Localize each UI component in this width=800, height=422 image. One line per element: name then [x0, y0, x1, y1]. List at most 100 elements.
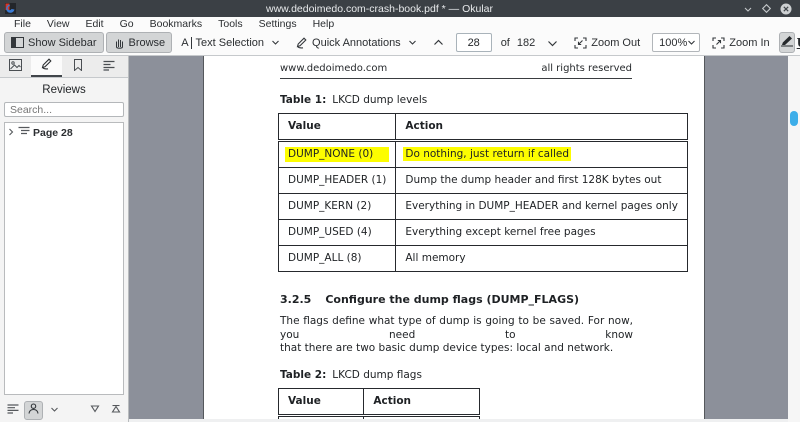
review-tree-item-label: Page 28 — [33, 127, 73, 139]
tab-reviews[interactable] — [31, 56, 62, 77]
zoom-out-button[interactable]: Zoom Out — [567, 32, 647, 53]
quick-annotations-label: Quick Annotations — [312, 37, 401, 49]
column-header-value: Value — [279, 388, 364, 415]
close-button[interactable] — [780, 3, 792, 15]
menu-edit[interactable]: Edit — [78, 18, 112, 30]
bookmark-icon — [73, 59, 83, 74]
okular-app-icon — [5, 3, 16, 14]
column-header-action: Action — [396, 114, 688, 141]
collapse-all-icon — [90, 404, 100, 416]
sidebar-toggle-icon — [11, 37, 24, 48]
chevron-down-icon — [687, 37, 696, 49]
filter-dropdown-button[interactable] — [45, 401, 64, 420]
scrollbar-thumb[interactable] — [790, 111, 798, 126]
underline-icon: U — [797, 36, 800, 50]
group-by-author-button[interactable] — [24, 401, 43, 420]
page-number-input[interactable] — [456, 33, 492, 52]
reviews-search-input[interactable] — [4, 102, 124, 117]
titlebar: www.dedoimedo.com-crash-book.pdf * — Oku… — [0, 0, 800, 17]
show-sidebar-button[interactable]: Show Sidebar — [4, 32, 104, 53]
highlighter-tool-button[interactable] — [779, 32, 795, 53]
review-tree-item-page-28[interactable]: Page 28 — [7, 126, 121, 139]
section-number: 3.2.5 — [280, 293, 311, 306]
page-of-label: of — [497, 37, 514, 49]
table-row: DUMP_ALL (8) All memory — [279, 246, 688, 272]
show-sidebar-label: Show Sidebar — [28, 37, 97, 49]
menu-settings[interactable]: Settings — [251, 18, 305, 30]
menu-file[interactable]: File — [6, 18, 39, 30]
tab-thumbnails[interactable] — [0, 56, 31, 77]
tab-bookmarks[interactable] — [62, 56, 93, 77]
expand-all-button[interactable] — [106, 401, 125, 420]
main-toolbar: Show Sidebar Browse A Text Selection Qui… — [0, 30, 800, 56]
browse-button[interactable]: Browse — [106, 32, 173, 53]
table1-caption: Table 1: LKCD dump levels — [280, 94, 632, 106]
table2-caption: Table 2: LKCD dump flags — [280, 369, 632, 381]
table2-caption-text: LKCD dump flags — [332, 369, 422, 381]
text-selection-icon: A — [181, 37, 191, 49]
menu-view[interactable]: View — [39, 18, 78, 30]
collapse-all-button[interactable] — [85, 401, 104, 420]
quick-annotations-button[interactable]: Quick Annotations — [288, 32, 424, 53]
window-title: www.dedoimedo.com-crash-book.pdf * — Oku… — [16, 3, 743, 15]
chevron-down-icon — [271, 39, 280, 46]
zoom-in-icon — [712, 37, 725, 49]
chevron-down-icon — [50, 404, 59, 416]
sort-by-page-button[interactable] — [3, 401, 22, 420]
expander-chevron-icon[interactable] — [7, 127, 15, 139]
column-header-value: Value — [279, 114, 396, 141]
vertical-scrollbar[interactable] — [788, 56, 800, 422]
pdf-header-right: all rights reserved — [541, 63, 632, 74]
tab-contents[interactable] — [93, 56, 124, 77]
highlighted-action: Do nothing, just return if called — [403, 147, 571, 161]
next-page-button[interactable] — [540, 32, 565, 53]
sort-list-icon — [7, 404, 19, 417]
chevron-up-icon — [433, 39, 444, 47]
reviews-list: Page 28 — [4, 122, 124, 395]
sidebar-tab-bar — [0, 56, 128, 78]
highlighted-value: DUMP_NONE (0) — [285, 147, 389, 162]
chevron-down-icon — [547, 39, 558, 47]
column-header-action: Action — [364, 388, 479, 415]
zoom-out-label: Zoom Out — [591, 37, 640, 49]
maximize-button[interactable] — [762, 4, 771, 13]
highlighter-icon — [780, 35, 794, 50]
zoom-in-label: Zoom In — [729, 37, 769, 49]
pdf-header-left: www.dedoimedo.com — [280, 63, 387, 74]
expand-all-icon — [111, 404, 121, 416]
lkcd-dump-levels-table: Value Action DUMP_NONE (0) Do nothing, j… — [278, 113, 688, 272]
minimize-button[interactable] — [743, 5, 753, 13]
table-header-row: Value Action — [279, 388, 480, 415]
underline-tool-button[interactable]: U — [796, 32, 800, 53]
zoom-level-select[interactable]: 100% — [652, 33, 700, 52]
annotation-list-icon — [18, 126, 30, 139]
section-title: Configure the dump flags (DUMP_FLAGS) — [325, 293, 579, 306]
table-row: DUMP_USED (4) Everything except kernel f… — [279, 220, 688, 246]
reviews-footer-toolbar — [0, 398, 128, 422]
pdf-page-header: www.dedoimedo.com all rights reserved — [280, 63, 632, 79]
chevron-down-icon — [408, 39, 417, 46]
zoom-in-button[interactable]: Zoom In — [705, 32, 776, 53]
zoom-level-value: 100% — [659, 37, 687, 49]
menu-tools[interactable]: Tools — [210, 18, 251, 30]
page-view[interactable]: www.dedoimedo.com all rights reserved Ta… — [129, 56, 800, 422]
table1-caption-label: Table 1: — [280, 94, 326, 106]
okular-window: www.dedoimedo.com-crash-book.pdf * — Oku… — [0, 0, 800, 422]
hand-icon — [113, 37, 125, 49]
menubar: File View Edit Go Bookmarks Tools Settin… — [0, 17, 800, 30]
sidebar-panel-title: Reviews — [0, 78, 128, 100]
menu-help[interactable]: Help — [305, 18, 343, 30]
contents-icon — [103, 60, 115, 74]
table2-caption-label: Table 2: — [280, 369, 326, 381]
previous-page-button[interactable] — [426, 32, 451, 53]
table1-caption-text: LKCD dump levels — [332, 94, 427, 106]
body-paragraph: The flags define what type of dump is go… — [280, 315, 633, 356]
sidebar: Reviews Page 28 — [0, 56, 129, 422]
zoom-out-icon — [574, 37, 587, 49]
browse-label: Browse — [129, 37, 166, 49]
menu-go[interactable]: Go — [112, 18, 142, 30]
menu-bookmarks[interactable]: Bookmarks — [142, 18, 211, 30]
text-selection-button[interactable]: A Text Selection — [174, 32, 287, 53]
page-total-label: 182 — [515, 37, 539, 49]
table-row: DUMP_KERN (2) Everything in DUMP_HEADER … — [279, 194, 688, 220]
